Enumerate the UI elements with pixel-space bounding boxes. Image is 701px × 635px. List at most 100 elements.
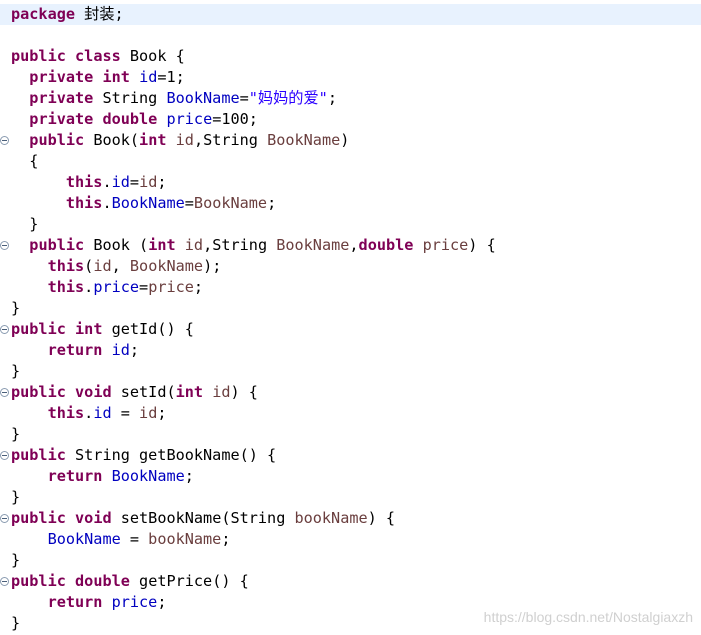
- code-line[interactable]: return id;: [0, 340, 701, 361]
- code-token: }: [11, 425, 21, 443]
- code-text: this.id = id;: [11, 403, 167, 424]
- code-line[interactable]: private double price=100;: [0, 109, 701, 130]
- code-line[interactable]: this(id, BookName);: [0, 256, 701, 277]
- code-line[interactable]: }: [0, 361, 701, 382]
- code-token: BookName: [111, 194, 185, 212]
- code-token: ;: [267, 194, 277, 212]
- code-line[interactable]: }: [0, 550, 701, 571]
- code-token: private: [29, 89, 94, 107]
- code-token: double: [75, 572, 130, 590]
- code-text: this.id=id;: [11, 172, 167, 193]
- code-token: ;: [327, 89, 337, 107]
- fold-collapse-icon[interactable]: [0, 388, 9, 397]
- fold-collapse-icon[interactable]: [0, 451, 9, 460]
- code-token: this: [65, 194, 103, 212]
- code-token: id: [139, 404, 158, 422]
- fold-collapse-icon[interactable]: [0, 136, 9, 145]
- code-line[interactable]: private int id=1;: [0, 67, 701, 88]
- code-line[interactable]: this.price=price;: [0, 277, 701, 298]
- code-line[interactable]: this.BookName=BookName;: [0, 193, 701, 214]
- code-token: public: [11, 572, 66, 590]
- code-token: =100;: [212, 110, 258, 128]
- code-line[interactable]: this.id=id;: [0, 172, 701, 193]
- code-token: );: [203, 257, 222, 275]
- code-token: price: [166, 110, 213, 128]
- code-token: id: [93, 404, 112, 422]
- fold-collapse-icon[interactable]: [0, 241, 9, 250]
- code-token: ) {: [468, 236, 496, 254]
- code-token: .: [102, 173, 112, 191]
- code-token: 封装;: [75, 5, 124, 23]
- code-line[interactable]: BookName = bookName;: [0, 529, 701, 550]
- code-line[interactable]: public void setBookName(String bookName)…: [0, 508, 701, 529]
- code-token: }: [11, 299, 21, 317]
- fold-collapse-icon[interactable]: [0, 514, 9, 523]
- code-line[interactable]: public class Book {: [0, 46, 701, 67]
- code-token: void: [75, 383, 112, 401]
- code-line[interactable]: public String getBookName() {: [0, 445, 701, 466]
- code-token: BookName: [129, 257, 204, 275]
- code-token: BookName: [47, 530, 121, 548]
- code-token: ;: [157, 173, 167, 191]
- code-text: {: [11, 151, 38, 172]
- code-line[interactable]: package 封装;: [0, 4, 701, 25]
- code-line[interactable]: [0, 25, 701, 46]
- code-text: this.price=price;: [11, 277, 203, 298]
- code-token: BookName: [166, 89, 240, 107]
- code-text: public class Book {: [11, 46, 185, 67]
- code-token: package: [11, 5, 76, 23]
- fold-collapse-icon[interactable]: [0, 325, 9, 334]
- code-token: id: [139, 68, 158, 86]
- code-token: double: [358, 236, 414, 254]
- code-token: ,: [111, 257, 130, 275]
- code-text: }: [11, 487, 20, 508]
- fold-collapse-icon[interactable]: [0, 577, 9, 586]
- code-token: id: [93, 257, 112, 275]
- code-editor[interactable]: package 封装; public class Book { private i…: [0, 0, 701, 635]
- code-line[interactable]: public Book(int id,String BookName): [0, 130, 701, 151]
- code-token: int: [139, 131, 167, 149]
- code-line[interactable]: this.id = id;: [0, 403, 701, 424]
- code-token: ;: [221, 530, 231, 548]
- code-line[interactable]: public Book (int id,String BookName,doub…: [0, 235, 701, 256]
- code-token: int: [75, 320, 103, 338]
- code-token: ;: [157, 593, 167, 611]
- code-token: {: [11, 152, 39, 170]
- code-line[interactable]: public void setId(int id) {: [0, 382, 701, 403]
- code-line[interactable]: }: [0, 424, 701, 445]
- code-token: public: [11, 320, 66, 338]
- code-token: =: [129, 173, 140, 191]
- code-line[interactable]: private String BookName="妈妈的爱";: [0, 88, 701, 109]
- code-line[interactable]: }: [0, 214, 701, 235]
- code-line[interactable]: {: [0, 151, 701, 172]
- code-token: return: [47, 467, 103, 485]
- code-token: void: [75, 509, 112, 527]
- code-token: int: [102, 68, 130, 86]
- code-line[interactable]: }: [0, 298, 701, 319]
- code-text: public double getPrice() {: [11, 571, 249, 592]
- code-line[interactable]: return BookName;: [0, 466, 701, 487]
- code-text: }: [11, 298, 20, 319]
- code-token: double: [102, 110, 158, 128]
- code-token: =: [139, 278, 149, 296]
- code-token: String: [93, 89, 167, 107]
- code-token: public: [11, 509, 66, 527]
- code-line[interactable]: }: [0, 487, 701, 508]
- code-text: }: [11, 361, 20, 382]
- code-line[interactable]: public double getPrice() {: [0, 571, 701, 592]
- code-line[interactable]: public int getId() {: [0, 319, 701, 340]
